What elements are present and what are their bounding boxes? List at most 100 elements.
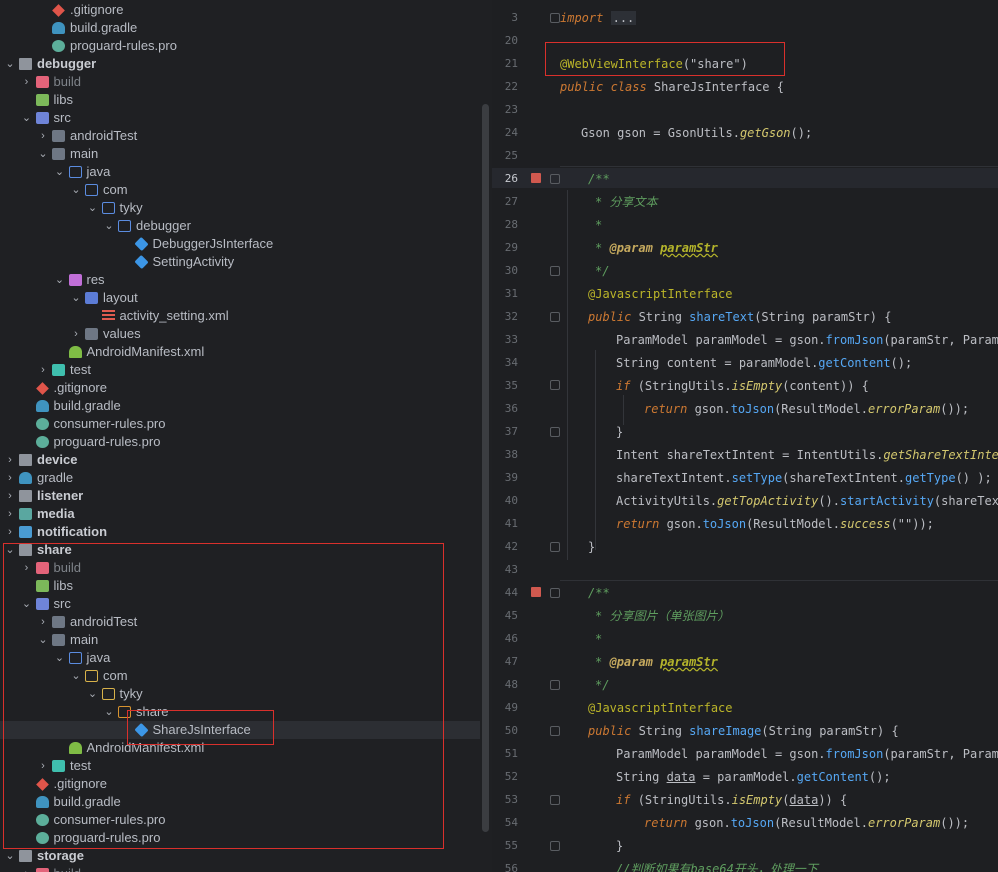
tree-item[interactable]: ⌄ layout — [0, 289, 480, 307]
tree-item[interactable]: ⌄ tyky — [0, 199, 480, 217]
tree-item[interactable]: build.gradle — [0, 397, 480, 415]
chevron-down-icon[interactable]: ⌄ — [37, 147, 49, 161]
tree-item[interactable]: ⌄ debugger — [0, 55, 480, 73]
fold-icon[interactable] — [550, 312, 560, 322]
fold-icon[interactable] — [550, 795, 560, 805]
chevron-down-icon[interactable]: ⌄ — [70, 669, 82, 683]
fold-icon[interactable] — [550, 427, 560, 437]
fold-icon[interactable] — [550, 841, 560, 851]
tree-item[interactable]: .gitignore — [0, 379, 480, 397]
chevron-right-icon[interactable]: › — [37, 615, 49, 629]
tree-item[interactable]: › gradle — [0, 469, 480, 487]
tree-item[interactable]: › androidTest — [0, 613, 480, 631]
tree-item[interactable]: build.gradle — [0, 793, 480, 811]
tree-item[interactable]: proguard-rules.pro — [0, 829, 480, 847]
tree-item[interactable]: .gitignore — [0, 775, 480, 793]
tree-item[interactable]: › media — [0, 505, 480, 523]
chevron-down-icon[interactable]: ⌄ — [87, 687, 99, 701]
fold-icon[interactable] — [550, 174, 560, 184]
doc-star: * — [595, 241, 603, 255]
chevron-right-icon[interactable]: › — [21, 867, 33, 872]
code-editor[interactable]: 3 20 21 22 23 24 25 26 27 28 29 30 31 32 33 34 35 36 37 38 3… — [492, 0, 998, 872]
tree-item[interactable]: ⌄ share — [0, 703, 480, 721]
tree-item[interactable]: ⌄ tyky — [0, 685, 480, 703]
fold-icon[interactable] — [550, 588, 560, 598]
chevron-right-icon[interactable]: › — [21, 561, 33, 575]
chevron-down-icon[interactable]: ⌄ — [21, 111, 33, 125]
tree-item[interactable]: .gitignore — [0, 1, 480, 19]
tree-item[interactable]: ⌄ main — [0, 145, 480, 163]
tree-item[interactable]: ShareJsInterface — [0, 721, 480, 739]
chevron-right-icon[interactable]: › — [4, 525, 16, 539]
tree-item[interactable]: ⌄ java — [0, 649, 480, 667]
chevron-right-icon[interactable]: › — [37, 363, 49, 377]
tree-item-label: libs — [53, 92, 74, 107]
chevron-right-icon[interactable]: › — [70, 327, 82, 341]
tree-item[interactable]: ⌄ debugger — [0, 217, 480, 235]
project-tree-scrollbar[interactable] — [482, 104, 489, 832]
chevron-down-icon[interactable]: ⌄ — [103, 219, 115, 233]
tree-item[interactable]: ⌄ res — [0, 271, 480, 289]
folded-imports[interactable]: ... — [610, 11, 637, 25]
doc-text: 分享图片（单张图片） — [609, 609, 730, 623]
tree-item[interactable]: › notification — [0, 523, 480, 541]
tree-item[interactable]: ⌄ storage — [0, 847, 480, 865]
fold-icon[interactable] — [550, 380, 560, 390]
fold-icon[interactable] — [550, 542, 560, 552]
tree-item[interactable]: ⌄ com — [0, 181, 480, 199]
tree-item[interactable]: ⌄ src — [0, 109, 480, 127]
tree-item[interactable]: AndroidManifest.xml — [0, 739, 480, 757]
chevron-down-icon[interactable]: ⌄ — [4, 849, 16, 863]
tree-item[interactable]: › listener — [0, 487, 480, 505]
chevron-down-icon[interactable]: ⌄ — [21, 597, 33, 611]
tree-item[interactable]: libs — [0, 91, 480, 109]
chevron-down-icon[interactable]: ⌄ — [54, 273, 66, 287]
chevron-down-icon[interactable]: ⌄ — [70, 291, 82, 305]
proguard-icon — [35, 814, 49, 826]
tree-item[interactable]: › values — [0, 325, 480, 343]
tree-item[interactable]: libs — [0, 577, 480, 595]
tree-item[interactable]: › build — [0, 865, 480, 872]
chevron-right-icon[interactable]: › — [37, 129, 49, 143]
tree-item[interactable]: ⌄ com — [0, 667, 480, 685]
tree-item[interactable]: consumer-rules.pro — [0, 415, 480, 433]
fold-icon[interactable] — [550, 726, 560, 736]
tree-item[interactable]: › test — [0, 361, 480, 379]
tree-item[interactable]: ⌄ share — [0, 541, 480, 559]
chevron-down-icon[interactable]: ⌄ — [37, 633, 49, 647]
tree-item[interactable]: AndroidManifest.xml — [0, 343, 480, 361]
chevron-down-icon[interactable]: ⌄ — [54, 651, 66, 665]
chevron-down-icon[interactable]: ⌄ — [70, 183, 82, 197]
tree-item[interactable]: ⌄ java — [0, 163, 480, 181]
tree-item[interactable]: › build — [0, 73, 480, 91]
chevron-down-icon[interactable]: ⌄ — [54, 165, 66, 179]
tree-item[interactable]: activity_setting.xml — [0, 307, 480, 325]
bookmark-icon[interactable] — [531, 587, 541, 597]
tree-item[interactable]: › device — [0, 451, 480, 469]
tree-item[interactable]: SettingActivity — [0, 253, 480, 271]
bookmark-icon[interactable] — [531, 173, 541, 183]
fold-icon[interactable] — [550, 13, 560, 23]
chevron-down-icon[interactable]: ⌄ — [4, 57, 16, 71]
chevron-right-icon[interactable]: › — [4, 507, 16, 521]
chevron-right-icon[interactable]: › — [37, 759, 49, 773]
fold-icon[interactable] — [550, 680, 560, 690]
tree-item[interactable]: consumer-rules.pro — [0, 811, 480, 829]
tree-item[interactable]: › test — [0, 757, 480, 775]
tree-item[interactable]: proguard-rules.pro — [0, 433, 480, 451]
chevron-right-icon[interactable]: › — [4, 453, 16, 467]
chevron-right-icon[interactable]: › — [4, 489, 16, 503]
tree-item[interactable]: ⌄ src — [0, 595, 480, 613]
chevron-down-icon[interactable]: ⌄ — [103, 705, 115, 719]
tree-item[interactable]: › androidTest — [0, 127, 480, 145]
chevron-down-icon[interactable]: ⌄ — [87, 201, 99, 215]
fold-icon[interactable] — [550, 266, 560, 276]
chevron-right-icon[interactable]: › — [21, 75, 33, 89]
tree-item[interactable]: › build — [0, 559, 480, 577]
chevron-down-icon[interactable]: ⌄ — [4, 543, 16, 557]
chevron-right-icon[interactable]: › — [4, 471, 16, 485]
tree-item[interactable]: ⌄ main — [0, 631, 480, 649]
tree-item[interactable]: DebuggerJsInterface — [0, 235, 480, 253]
tree-item[interactable]: build.gradle — [0, 19, 480, 37]
tree-item[interactable]: proguard-rules.pro — [0, 37, 480, 55]
